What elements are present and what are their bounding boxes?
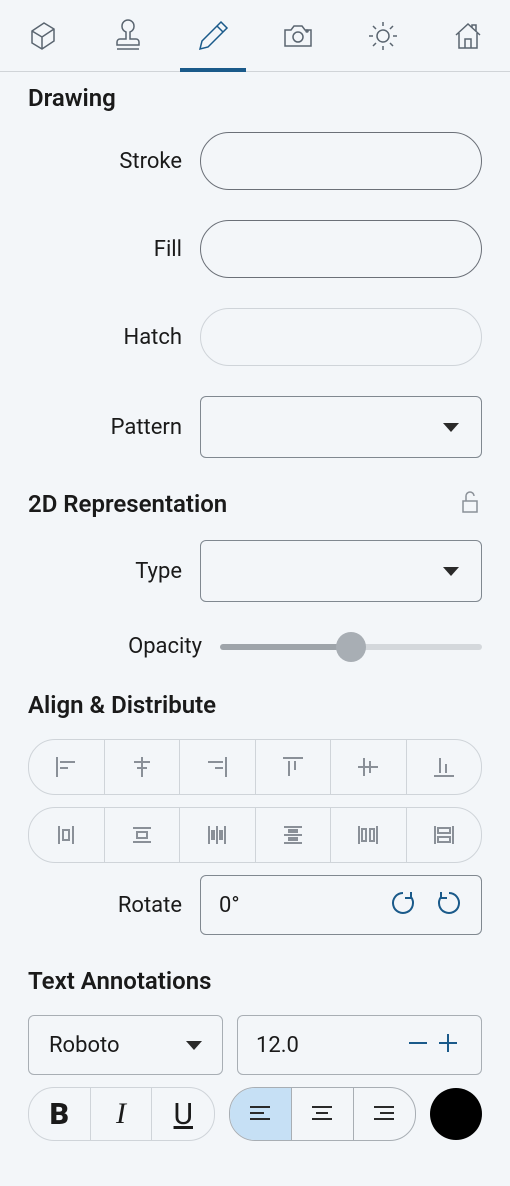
italic-button[interactable]: I: [91, 1088, 153, 1140]
chevron-down-icon: [443, 423, 459, 432]
rotate-ccw-icon[interactable]: [435, 889, 463, 921]
section-2d-rep: 2D Representation Type Opacity: [0, 476, 510, 659]
font-size-input[interactable]: 12.0: [237, 1015, 482, 1075]
text-align-right[interactable]: [354, 1088, 416, 1140]
section-align: Align & Distribute Rotate 0°: [0, 679, 510, 935]
font-size-value: 12.0: [256, 1033, 403, 1058]
tab-stamp[interactable]: [92, 0, 164, 72]
font-family-select[interactable]: Roboto: [28, 1015, 223, 1075]
fill-row: Fill: [28, 220, 482, 278]
tab-sun[interactable]: [347, 0, 419, 72]
align-title: Align & Distribute: [28, 691, 482, 719]
tool-tabbar: [0, 0, 510, 72]
rotate-label: Rotate: [28, 893, 200, 918]
font-size-decrease[interactable]: [403, 1030, 433, 1060]
section-text: Text Annotations Roboto 12.0 B I U: [0, 955, 510, 1141]
text-font-row: Roboto 12.0: [28, 1015, 482, 1075]
type-select[interactable]: [200, 540, 482, 602]
rotate-cw-icon[interactable]: [389, 889, 417, 921]
align-group-1: [28, 739, 482, 795]
opacity-label: Opacity: [28, 634, 220, 659]
align-top-icon[interactable]: [256, 740, 332, 794]
fill-label: Fill: [28, 237, 200, 262]
align-center-h-icon[interactable]: [105, 740, 181, 794]
align-left-icon[interactable]: [29, 740, 105, 794]
chevron-down-icon: [186, 1041, 202, 1050]
hatch-label: Hatch: [28, 325, 200, 350]
opacity-row: Opacity: [28, 634, 482, 659]
stroke-label: Stroke: [28, 149, 200, 174]
drawing-title: Drawing: [28, 84, 482, 112]
tab-camera[interactable]: [262, 0, 334, 72]
tab-pencil[interactable]: [177, 0, 249, 72]
hatch-row: Hatch: [28, 308, 482, 366]
type-row: Type: [28, 540, 482, 602]
opacity-thumb[interactable]: [336, 632, 366, 662]
underline-button[interactable]: U: [152, 1088, 214, 1140]
rotate-row: Rotate 0°: [28, 875, 482, 935]
fill-picker[interactable]: [200, 220, 482, 278]
distribute-group: [28, 807, 482, 863]
distribute-v-spacing-icon[interactable]: [407, 808, 482, 862]
align-center-v-icon[interactable]: [331, 740, 407, 794]
stroke-row: Stroke: [28, 132, 482, 190]
font-family-value: Roboto: [49, 1033, 120, 1058]
tab-home[interactable]: [432, 0, 504, 72]
align-right-icon[interactable]: [180, 740, 256, 794]
bold-button[interactable]: B: [29, 1088, 91, 1140]
distribute-h-center-icon[interactable]: [180, 808, 256, 862]
hatch-picker: [200, 308, 482, 366]
text-color-swatch[interactable]: [430, 1088, 482, 1140]
distribute-v-top-icon[interactable]: [105, 808, 181, 862]
distribute-h-spacing-icon[interactable]: [331, 808, 407, 862]
text-align-center[interactable]: [292, 1088, 354, 1140]
opacity-slider[interactable]: [220, 644, 482, 650]
rotate-input[interactable]: 0°: [200, 875, 482, 935]
pattern-row: Pattern: [28, 396, 482, 458]
rotate-value: 0°: [219, 893, 240, 918]
tab-tape-measure[interactable]: [7, 0, 79, 72]
chevron-down-icon: [443, 567, 459, 576]
pattern-label: Pattern: [28, 415, 200, 440]
distribute-v-center-icon[interactable]: [256, 808, 332, 862]
text-style-row: B I U: [28, 1087, 482, 1141]
font-size-increase[interactable]: [433, 1030, 463, 1060]
text-align-left[interactable]: [230, 1088, 292, 1140]
rep-title-text: 2D Representation: [28, 490, 227, 518]
rep-title: 2D Representation: [28, 488, 482, 520]
text-align-group: [229, 1087, 416, 1141]
text-style-group: B I U: [28, 1087, 215, 1141]
type-label: Type: [28, 559, 200, 584]
distribute-h-left-icon[interactable]: [29, 808, 105, 862]
align-bottom-icon[interactable]: [407, 740, 482, 794]
unlock-icon[interactable]: [456, 488, 482, 520]
stroke-picker[interactable]: [200, 132, 482, 190]
pattern-select[interactable]: [200, 396, 482, 458]
section-drawing: Drawing Stroke Fill Hatch Pattern: [0, 72, 510, 458]
text-title: Text Annotations: [28, 967, 482, 995]
